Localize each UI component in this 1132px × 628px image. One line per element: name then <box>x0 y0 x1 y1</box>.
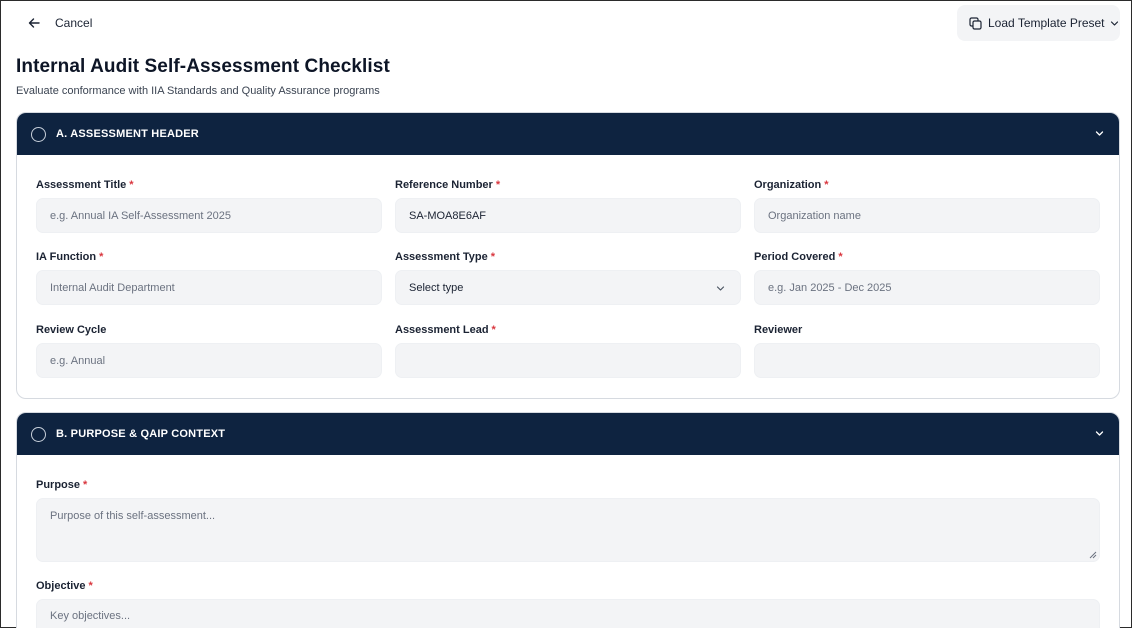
load-template-preset-button[interactable]: Load Template Preset <box>957 5 1120 41</box>
assessment-lead-label: Assessment Lead * <box>395 324 496 336</box>
purpose-label: Purpose * <box>36 479 87 491</box>
page-subtitle: Evaluate conformance with IIA Standards … <box>16 85 380 97</box>
circle-icon <box>31 126 46 142</box>
organization-label: Organization * <box>754 179 829 191</box>
page-title: Internal Audit Self-Assessment Checklist <box>16 56 390 77</box>
reference-number-label: Reference Number * <box>395 179 500 191</box>
placeholder: e.g. Annual <box>50 354 106 367</box>
placeholder: Internal Audit Department <box>50 281 175 294</box>
label-text: Assessment Lead <box>395 324 489 336</box>
ia-function-input[interactable]: Internal Audit Department <box>36 270 382 305</box>
assessment-lead-input[interactable] <box>395 343 741 378</box>
cancel-label: Cancel <box>55 16 93 30</box>
reviewer-input[interactable] <box>754 343 1100 378</box>
preset-label: Load Template Preset <box>988 16 1105 30</box>
label-text: Review Cycle <box>36 324 107 336</box>
label-text: Objective <box>36 580 86 592</box>
purpose-textarea[interactable]: Purpose of this self-assessment... <box>36 498 1100 562</box>
arrow-left-icon <box>28 18 40 28</box>
placeholder: Key objectives... <box>50 610 131 622</box>
required-mark: * <box>99 251 104 263</box>
period-covered-label: Period Covered * <box>754 251 843 263</box>
required-mark: * <box>83 479 88 491</box>
review-cycle-label: Review Cycle <box>36 324 106 336</box>
resize-handle-icon[interactable] <box>1089 551 1097 559</box>
label-text: Reviewer <box>754 324 803 336</box>
assessment-title-input[interactable]: e.g. Annual IA Self-Assessment 2025 <box>36 198 382 233</box>
chevron-down-icon <box>1095 131 1104 136</box>
label-text: Assessment Type <box>395 251 488 263</box>
placeholder: e.g. Annual IA Self-Assessment 2025 <box>50 209 232 222</box>
placeholder: e.g. Jan 2025 - Dec 2025 <box>768 281 892 294</box>
required-mark: * <box>491 324 496 336</box>
section-assessment-header: A. ASSESSMENT HEADER Assessment Title * e… <box>16 112 1120 399</box>
label-text: Period Covered <box>754 251 836 263</box>
top-bar: Cancel Load Template Preset <box>1 1 1131 45</box>
section-a-title: A. ASSESSMENT HEADER <box>56 128 199 140</box>
circle-icon <box>31 426 46 442</box>
chevron-down-icon <box>716 286 725 291</box>
objective-textarea[interactable]: Key objectives... <box>36 599 1100 628</box>
label-text: Reference Number <box>395 179 493 191</box>
required-mark: * <box>838 251 843 263</box>
assessment-type-select[interactable]: Select type <box>395 270 741 305</box>
value: SA-MOA8E6AF <box>409 209 487 222</box>
placeholder: Purpose of this self-assessment... <box>50 510 216 522</box>
required-mark: * <box>129 179 134 191</box>
selected-value: Select type <box>409 281 464 294</box>
section-purpose-qaip-context: B. PURPOSE & QAIP CONTEXT Purpose * Purpo… <box>16 412 1120 628</box>
reviewer-label: Reviewer <box>754 324 802 336</box>
required-mark: * <box>824 179 829 191</box>
required-mark: * <box>88 580 93 592</box>
label-text: Purpose <box>36 479 81 491</box>
required-mark: * <box>495 179 501 191</box>
objective-label: Objective * <box>36 580 93 592</box>
reference-number-input[interactable]: SA-MOA8E6AF <box>395 198 741 233</box>
period-covered-input[interactable]: e.g. Jan 2025 - Dec 2025 <box>754 270 1100 305</box>
organization-input[interactable]: Organization name <box>754 198 1100 233</box>
chevron-down-icon <box>1095 431 1104 436</box>
section-b-header[interactable]: B. PURPOSE & QAIP CONTEXT <box>17 413 1119 455</box>
review-cycle-input[interactable]: e.g. Annual <box>36 343 382 378</box>
assessment-type-label: Assessment Type * <box>395 251 495 263</box>
ia-function-label: IA Function * <box>36 251 103 263</box>
assessment-title-label: Assessment Title * <box>36 179 134 191</box>
cancel-button[interactable]: Cancel <box>27 13 92 33</box>
placeholder: Organization name <box>768 209 861 222</box>
copy-icon <box>969 16 982 30</box>
section-b-title: B. PURPOSE & QAIP CONTEXT <box>56 428 226 440</box>
label-text: Assessment Title <box>36 179 127 191</box>
chevron-down-icon <box>1110 20 1118 26</box>
label-text: Organization <box>754 179 822 191</box>
label-text: IA Function <box>36 251 97 263</box>
required-mark: * <box>490 251 496 263</box>
section-a-header[interactable]: A. ASSESSMENT HEADER <box>17 113 1119 155</box>
